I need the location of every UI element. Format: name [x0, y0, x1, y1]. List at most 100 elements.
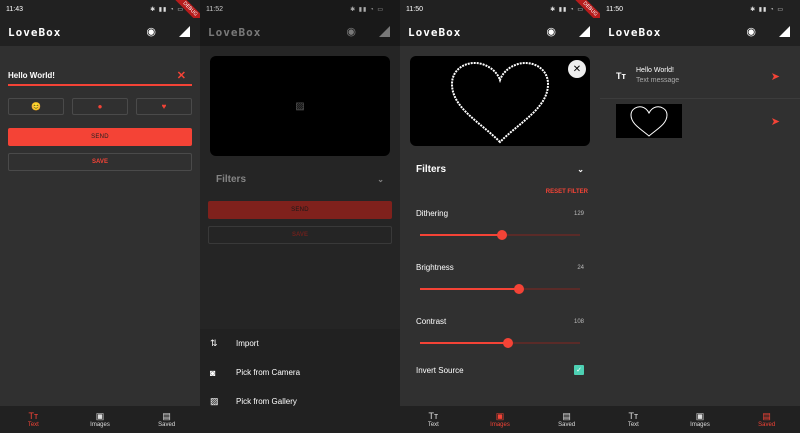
close-icon[interactable]: ✕: [568, 60, 586, 78]
sheet-item-label: Import: [236, 339, 259, 348]
message-input-value: Hello World!: [8, 70, 55, 80]
send-button[interactable]: SEND: [8, 128, 192, 146]
nav-text[interactable]: Tт Text: [0, 406, 67, 433]
app-bar: LoveBox ◉: [0, 18, 200, 46]
nav-saved[interactable]: ▤ Saved: [133, 406, 200, 433]
slider-dithering: Dithering 129: [416, 209, 584, 251]
nav-images[interactable]: ▣ Images: [667, 406, 734, 433]
app-title: LoveBox: [8, 25, 62, 39]
nav-images-label: Images: [90, 422, 110, 428]
bottom-nav: Tт Text ▣ Images ▤ Saved: [0, 406, 200, 433]
save-icon: ▤: [162, 411, 171, 421]
signal-icon[interactable]: [379, 26, 390, 37]
nav-text[interactable]: Tт Text: [400, 406, 467, 433]
invert-source-row[interactable]: Invert Source ✓: [416, 365, 584, 375]
sheet-item-gallery[interactable]: ▨ Pick from Gallery: [200, 387, 400, 416]
nav-text[interactable]: Tт Text: [600, 406, 667, 433]
nav-text-label: Text: [27, 422, 39, 428]
send-icon[interactable]: ➤: [771, 115, 780, 128]
sheet-item-camera[interactable]: ◙ Pick from Camera: [200, 358, 400, 387]
text-icon: Tт: [616, 71, 626, 81]
nav-saved[interactable]: ▤ Saved: [533, 406, 600, 433]
sheet-item-label: Pick from Camera: [236, 368, 301, 377]
image-icon: ▣: [495, 411, 505, 421]
saved-image-message[interactable]: ➤: [600, 99, 800, 143]
status-bar: 11:50 ✱ ▮▮ ◔ ▭: [600, 0, 800, 18]
heart-icon: ♥: [161, 102, 167, 111]
status-bar: 11:52 ✱ ▮▮ ◔ ▭: [200, 0, 400, 18]
slider-contrast: Contrast 108: [416, 317, 584, 359]
reset-filter-button[interactable]: RESET FILTER: [412, 189, 588, 195]
nav-images-label: Images: [690, 422, 710, 428]
slider-thumb[interactable]: [503, 338, 513, 348]
bottom-nav: Tт Text ▣ Images ▤ Saved: [600, 406, 800, 433]
status-icons: ✱ ▮▮ ◔ ▭: [150, 6, 184, 13]
send-button[interactable]: SEND: [208, 201, 392, 219]
status-icons: ✱ ▮▮ ◔ ▭: [350, 6, 384, 13]
filters-header[interactable]: Filters ⌄: [216, 174, 384, 185]
image-placeholder-icon: ▨: [295, 100, 305, 112]
status-time: 11:50: [406, 5, 423, 13]
nav-text-label: Text: [427, 422, 439, 428]
message-input[interactable]: Hello World! ✕: [8, 66, 192, 86]
image-preview[interactable]: ▨: [210, 56, 390, 156]
nav-saved-label: Saved: [158, 422, 176, 428]
slider-label: Dithering: [416, 209, 449, 218]
slider-label: Contrast: [416, 317, 447, 326]
gallery-icon: ▨: [210, 396, 219, 406]
slider-thumb[interactable]: [496, 230, 507, 240]
nav-saved-label: Saved: [758, 422, 776, 428]
import-sheet: ⇅ Import ◙ Pick from Camera ▨ Pick from Gal…: [200, 329, 400, 433]
slider-value: 24: [577, 265, 584, 271]
eye-off-icon[interactable]: ◉: [146, 25, 156, 38]
image-icon: ▣: [95, 411, 105, 421]
status-time: 11:50: [606, 5, 623, 13]
filters-label: Filters: [416, 164, 447, 175]
slider-track[interactable]: [420, 230, 580, 240]
slider-thumb[interactable]: [514, 284, 525, 294]
emoji-button-smile[interactable]: 😊: [8, 98, 64, 115]
saved-message-subtitle: Text message: [636, 77, 680, 84]
eye-off-icon[interactable]: ◉: [546, 25, 556, 38]
nav-saved[interactable]: ▤ Saved: [733, 406, 800, 433]
save-icon: ▤: [562, 411, 571, 421]
nav-images[interactable]: ▣ Images: [467, 406, 534, 433]
nav-images[interactable]: ▣ Images: [67, 406, 134, 433]
filters-label: Filters: [216, 174, 247, 185]
image-preview[interactable]: ✕: [410, 56, 590, 146]
emoji-button-dot[interactable]: ●: [72, 98, 128, 115]
slider-brightness: Brightness 24: [416, 263, 584, 305]
text-icon: Tт: [28, 411, 39, 421]
text-icon: Tт: [428, 411, 439, 421]
app-bar: LoveBox ◉: [200, 18, 400, 46]
status-time: 11:52: [206, 5, 223, 13]
saved-message-title: Hello World!: [636, 67, 674, 74]
invert-checkbox[interactable]: ✓: [574, 365, 584, 375]
saved-text-message[interactable]: Tт Hello World! Text message ➤: [600, 54, 800, 98]
status-icons: ✱ ▮▮ ◔ ▭: [550, 6, 584, 13]
signal-icon[interactable]: [779, 26, 790, 37]
status-time: 11:43: [6, 5, 23, 13]
app-title: LoveBox: [208, 25, 262, 39]
app-title: LoveBox: [408, 25, 462, 39]
saved-image-thumbnail: [616, 104, 682, 138]
save-button[interactable]: SAVE: [8, 153, 192, 171]
heart-image: [450, 62, 550, 144]
image-icon: ▣: [695, 411, 705, 421]
scrim: [200, 0, 400, 329]
eye-off-icon[interactable]: ◉: [346, 25, 356, 38]
emoji-button-heart[interactable]: ♥: [136, 98, 192, 115]
filters-header[interactable]: Filters ⌄: [416, 164, 584, 175]
signal-icon[interactable]: [179, 26, 190, 37]
eye-off-icon[interactable]: ◉: [746, 25, 756, 38]
sheet-item-import[interactable]: ⇅ Import: [200, 329, 400, 358]
save-icon: ▤: [762, 411, 771, 421]
signal-icon[interactable]: [579, 26, 590, 37]
slider-track[interactable]: [420, 284, 580, 294]
save-button[interactable]: SAVE: [208, 226, 392, 244]
slider-track[interactable]: [420, 338, 580, 348]
close-icon[interactable]: ✕: [177, 69, 186, 82]
emoji-row: 😊 ● ♥: [8, 98, 192, 115]
bottom-nav: Tт Text ▣ Images ▤ Saved: [400, 406, 600, 433]
send-icon[interactable]: ➤: [771, 70, 780, 83]
